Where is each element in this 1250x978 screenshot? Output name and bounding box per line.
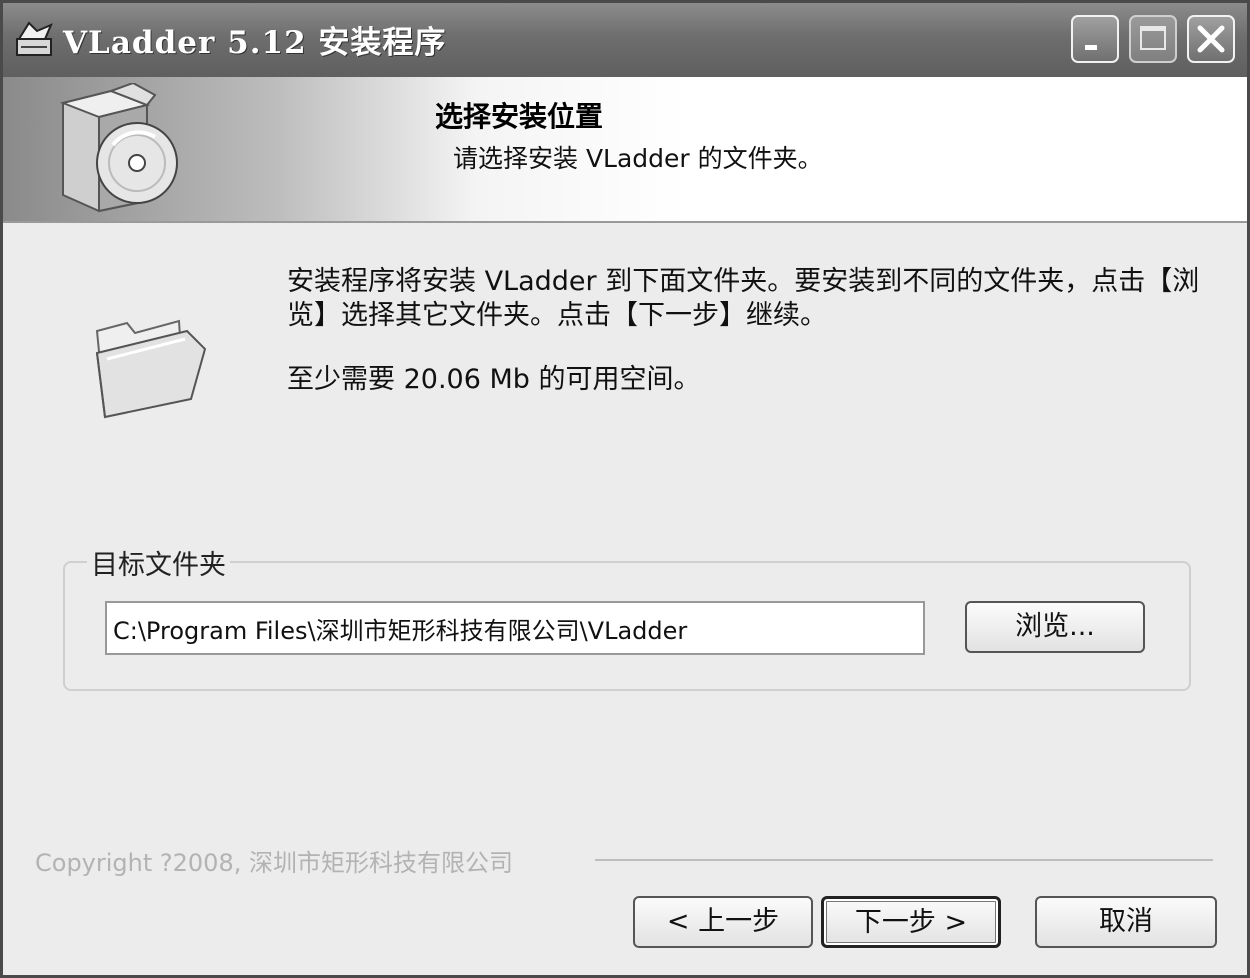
browse-button[interactable]: 浏览... (965, 601, 1145, 653)
install-path-input[interactable] (105, 601, 925, 655)
page-title: 选择安装位置 (435, 100, 604, 133)
wizard-header: 选择安装位置 请选择安装 VLadder 的文件夹。 (3, 77, 1247, 223)
install-instructions: 安装程序将安装 VLadder 到下面文件夹。要安装到不同的文件夹，点击【浏览】… (287, 266, 1200, 331)
window-title: VLadder 5.12 安装程序 (63, 25, 447, 61)
installer-window: VLadder 5.12 安装程序 选择安装位置 请选择安装 VLadder 的… (0, 0, 1250, 978)
maximize-icon (1140, 26, 1166, 50)
copyright-text: Copyright ?2008, 深圳市矩形科技有限公司 (35, 849, 513, 877)
back-button[interactable]: < 上一步 (633, 896, 813, 948)
minimize-button[interactable] (1071, 15, 1119, 63)
space-required-text: 至少需要 20.06 Mb 的可用空间。 (287, 364, 701, 395)
folder-open-icon (95, 319, 207, 419)
page-subtitle: 请选择安装 VLadder 的文件夹。 (453, 144, 823, 173)
cancel-button[interactable]: 取消 (1035, 896, 1217, 948)
destination-folder-legend: 目标文件夹 (87, 543, 230, 582)
close-button[interactable] (1187, 15, 1235, 63)
footer-divider (595, 859, 1213, 861)
title-bar[interactable]: VLadder 5.12 安装程序 (3, 3, 1247, 77)
maximize-button[interactable] (1129, 15, 1177, 63)
close-icon (1197, 25, 1225, 53)
installer-app-icon (16, 21, 53, 56)
installer-box-cd-icon (59, 83, 178, 213)
next-button[interactable]: 下一步 > (821, 896, 1001, 948)
minimize-icon (1085, 45, 1097, 50)
